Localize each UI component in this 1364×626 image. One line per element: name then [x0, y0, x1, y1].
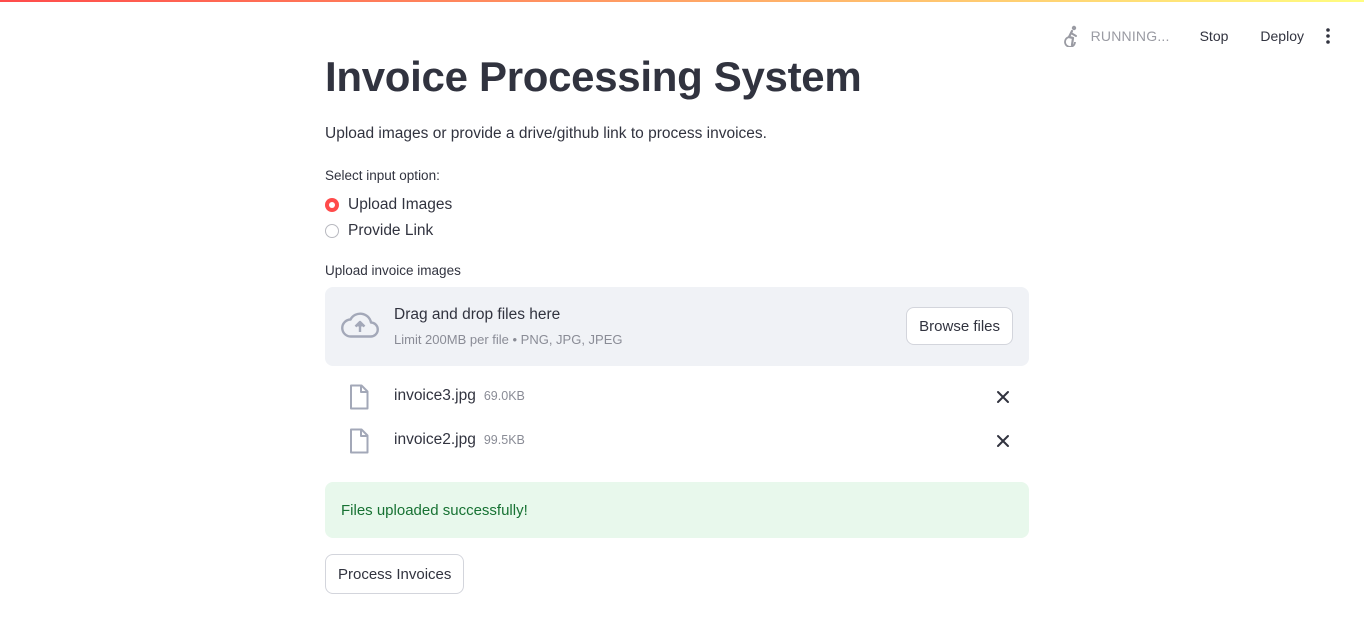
radio-upload-images[interactable]: Upload Images	[325, 196, 452, 214]
uploaded-file-row: invoice3.jpg 69.0KB	[325, 382, 1029, 412]
page-title: Invoice Processing System	[325, 53, 862, 100]
deploy-button[interactable]: Deploy	[1250, 24, 1314, 48]
file-name: invoice3.jpg	[394, 387, 476, 404]
radio-selected-indicator	[325, 198, 339, 212]
uploaded-file-row: invoice2.jpg 99.5KB	[325, 426, 1029, 456]
uploader-label: Upload invoice images	[325, 263, 461, 278]
file-name: invoice2.jpg	[394, 431, 476, 448]
process-invoices-button[interactable]: Process Invoices	[325, 554, 465, 594]
stop-button[interactable]: Stop	[1190, 24, 1239, 48]
file-size: 99.5KB	[483, 433, 525, 447]
dropzone-title: Drag and drop files here	[394, 306, 561, 323]
running-person-icon	[1063, 25, 1077, 47]
app-toolbar: RUNNING... Stop Deploy	[1061, 22, 1338, 50]
radio-option-label: Upload Images	[348, 196, 453, 213]
cloud-upload-icon	[341, 312, 379, 338]
dropzone-limit-text: Limit 200MB per file • PNG, JPG, JPEG	[394, 332, 623, 347]
success-alert: Files uploaded successfully!	[325, 482, 1029, 538]
radio-unselected-indicator	[325, 224, 339, 238]
kebab-menu-icon	[1326, 28, 1330, 44]
file-icon	[350, 384, 369, 410]
top-decoration-bar	[0, 0, 1364, 2]
file-dropzone[interactable]: Drag and drop files here Limit 200MB per…	[325, 287, 1029, 366]
input-option-label: Select input option:	[325, 168, 440, 183]
close-icon[interactable]	[995, 433, 1011, 449]
running-status-text: RUNNING...	[1090, 28, 1170, 44]
file-icon	[350, 428, 369, 454]
close-icon[interactable]	[995, 389, 1011, 405]
file-size: 69.0KB	[483, 389, 525, 403]
radio-provide-link[interactable]: Provide Link	[325, 222, 433, 240]
main-menu-button[interactable]	[1318, 24, 1338, 48]
radio-option-label: Provide Link	[348, 222, 434, 239]
running-status: RUNNING...	[1061, 25, 1170, 47]
browse-files-button[interactable]: Browse files	[906, 307, 1013, 345]
page-subtitle: Upload images or provide a drive/github …	[325, 125, 767, 142]
